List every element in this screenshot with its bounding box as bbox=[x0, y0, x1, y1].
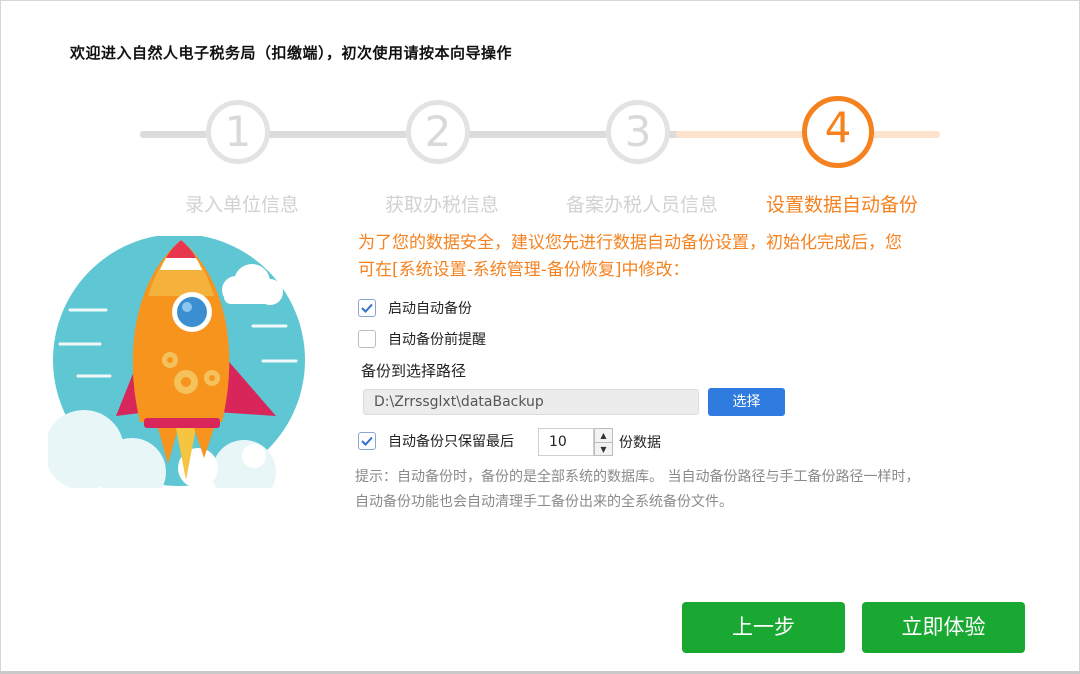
keep-last-row[interactable]: 自动备份只保留最后 bbox=[358, 431, 514, 451]
backup-notice: 为了您的数据安全，建议您先进行数据自动备份设置，初始化完成后，您可在[系统设置-… bbox=[358, 233, 902, 280]
enable-auto-backup-row[interactable]: 启动自动备份 bbox=[358, 298, 472, 318]
stepper-down-icon[interactable]: ▼ bbox=[595, 443, 612, 456]
choose-path-button[interactable]: 选择 bbox=[708, 388, 785, 416]
welcome-title: 欢迎进入自然人电子税务局（扣缴端），初次使用请按本向导操作 bbox=[70, 44, 513, 62]
keep-count-unit: 份数据 bbox=[619, 435, 661, 451]
step-1-label: 录入单位信息 bbox=[184, 194, 299, 216]
step-3-circle: 3 bbox=[606, 100, 670, 164]
step-2-circle: 2 bbox=[406, 100, 470, 164]
prev-step-button[interactable]: 上一步 bbox=[682, 602, 845, 653]
backup-tip: 提示：自动备份时，备份的是全部系统的数据库。 当自动备份路径与手工备份路径一样时… bbox=[355, 469, 920, 510]
keep-count-stepper[interactable]: ▲ ▼ bbox=[594, 428, 613, 456]
stepper-up-icon[interactable]: ▲ bbox=[595, 429, 612, 443]
start-now-button[interactable]: 立即体验 bbox=[862, 602, 1025, 653]
backup-path-title: 备份到选择路径 bbox=[361, 362, 467, 380]
remind-before-backup-row[interactable]: 自动备份前提醒 bbox=[358, 329, 486, 349]
enable-auto-backup-label: 启动自动备份 bbox=[388, 301, 472, 317]
step-3-label: 备案办税人员信息 bbox=[565, 194, 718, 216]
rocket-icon bbox=[44, 234, 305, 506]
rocket-illustration bbox=[44, 234, 310, 506]
enable-auto-backup-checkbox[interactable] bbox=[358, 299, 376, 317]
step-4-label: 设置数据自动备份 bbox=[765, 194, 918, 216]
check-icon bbox=[361, 436, 373, 446]
keep-last-label: 自动备份只保留最后 bbox=[388, 434, 514, 450]
keep-count-input[interactable]: 10 bbox=[538, 428, 594, 456]
backup-path-field[interactable]: D:\Zrrssglxt\dataBackup bbox=[363, 389, 699, 415]
remind-before-backup-checkbox[interactable] bbox=[358, 330, 376, 348]
remind-before-backup-label: 自动备份前提醒 bbox=[388, 332, 486, 348]
step-1-circle: 1 bbox=[206, 100, 270, 164]
check-icon bbox=[361, 303, 373, 313]
step-2-label: 获取办税信息 bbox=[384, 194, 499, 216]
step-4-circle: 4 bbox=[802, 96, 874, 168]
keep-last-checkbox[interactable] bbox=[358, 432, 376, 450]
